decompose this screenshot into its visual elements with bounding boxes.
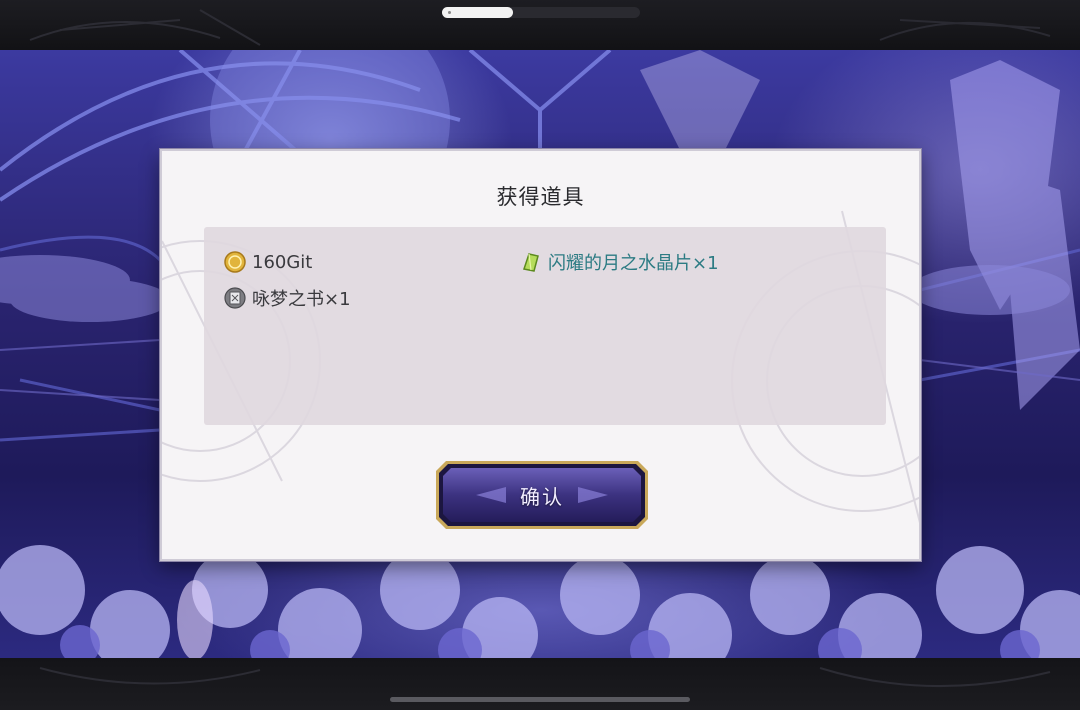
bottom-ornament (39, 667, 1051, 687)
status-dot (448, 11, 451, 14)
status-progress-fill (442, 7, 514, 18)
list-item: 咏梦之书×1 (224, 285, 351, 311)
item-label: 闪耀的月之水晶片×1 (548, 253, 719, 274)
confirm-button[interactable]: 确认 (436, 461, 648, 529)
home-indicator[interactable] (390, 697, 690, 702)
gold-coin-icon (224, 251, 246, 273)
item-reward-dialog: 获得道具 160Git 闪耀的月之水晶片×1 咏梦之书×1 确认 (160, 149, 921, 561)
dialog-title: 获得道具 (496, 185, 585, 209)
item-label: 咏梦之书×1 (252, 289, 351, 310)
confirm-button-label: 确认 (520, 484, 564, 509)
bottom-bar (0, 658, 1080, 710)
book-icon (224, 287, 246, 309)
status-progress-bar (442, 7, 640, 18)
item-label: 160Git (252, 251, 313, 273)
top-bar (0, 0, 1080, 50)
list-item: 闪耀的月之水晶片×1 (520, 249, 719, 275)
green-crystal-icon (523, 253, 539, 272)
item-list-panel: 160Git 闪耀的月之水晶片×1 咏梦之书×1 (204, 227, 886, 425)
list-item: 160Git (224, 249, 312, 275)
